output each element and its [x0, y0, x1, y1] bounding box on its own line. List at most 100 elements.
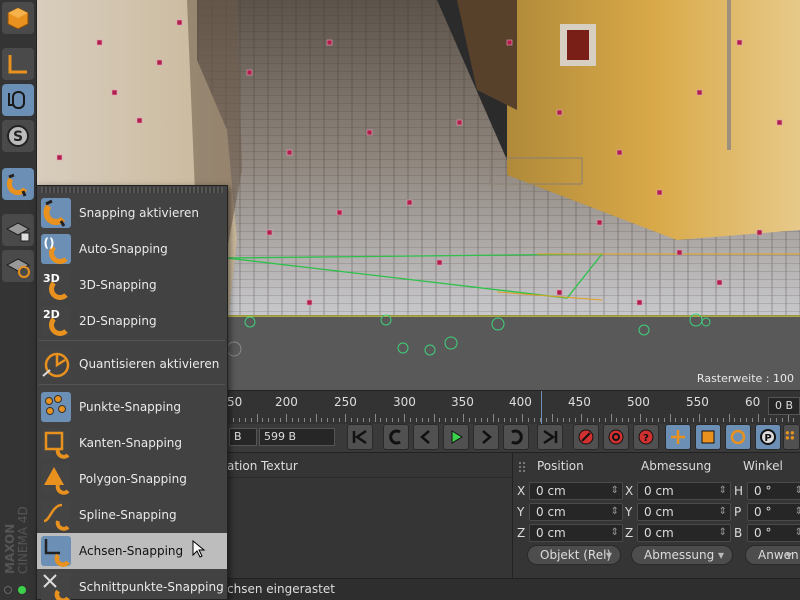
menu-item-label: Punkte-Snapping: [79, 400, 181, 414]
ruler-tick: [256, 414, 258, 422]
snapping-magnet-icon[interactable]: [2, 168, 34, 200]
tweak-mode-icon[interactable]: [2, 84, 34, 116]
ruler-label: 200: [275, 395, 298, 409]
menu-item-kanten-snapping[interactable]: Kanten-Snapping: [37, 425, 227, 461]
workplane-snap-icon[interactable]: [2, 250, 34, 282]
go-to-end-button[interactable]: [537, 424, 563, 450]
solo-icon[interactable]: S: [2, 120, 34, 152]
animate-parameter-icon[interactable]: P: [755, 424, 781, 450]
next-frame-button[interactable]: [473, 424, 499, 450]
maxon-cinema4d-logo: MAXON CINEMA 4D: [2, 488, 36, 578]
playhead[interactable]: [541, 391, 542, 425]
apply-button[interactable]: Anwen: [745, 545, 800, 565]
ruler-tick: [699, 414, 700, 422]
menu-item-auto-snapping[interactable]: () Auto-Snapping: [37, 231, 227, 267]
coordinate-mode-dropdown[interactable]: Objekt (Rel): [527, 545, 621, 565]
panel-grip-icon[interactable]: [519, 461, 529, 472]
ruler-tick: [651, 418, 653, 422]
ruler-tick: [232, 418, 234, 422]
quantize-icon: [39, 347, 73, 381]
ruler-tick: [386, 418, 388, 422]
play-button[interactable]: [443, 424, 469, 450]
prev-keyframe-button[interactable]: [383, 424, 409, 450]
spline-snapping-icon: [39, 498, 73, 532]
menu-item-3d-snapping[interactable]: 3D 3D-Snapping: [37, 267, 227, 303]
prev-frame-button[interactable]: [413, 424, 439, 450]
menu-item-quantisieren-aktivieren[interactable]: Quantisieren aktivieren: [37, 346, 227, 382]
ruler-tick: [716, 418, 718, 422]
record-key-icon[interactable]: [573, 424, 599, 450]
menu-item-spline-snapping[interactable]: Spline-Snapping: [37, 497, 227, 533]
menu-item-polygon-snapping[interactable]: Polygon-Snapping: [37, 461, 227, 497]
next-keyframe-button[interactable]: [503, 424, 529, 450]
rotation-b-field[interactable]: 0 °: [747, 524, 800, 542]
ruler-tick: [445, 418, 447, 422]
position-x-field[interactable]: 0 cm: [529, 482, 623, 500]
menu-item-2d-snapping[interactable]: 2D 2D-Snapping: [37, 303, 227, 339]
menu-item-schnittpunkte-snapping[interactable]: Schnittpunkte-Snapping: [37, 569, 227, 600]
ruler-tick: [274, 418, 276, 422]
ruler-tick: [769, 418, 771, 422]
ruler-tick: [315, 414, 317, 422]
animate-rotation-icon[interactable]: [725, 424, 751, 450]
size-z-field[interactable]: 0 cm: [637, 524, 731, 542]
ruler-tick: [480, 418, 482, 422]
ruler-tick: [280, 418, 282, 422]
animate-scale-icon[interactable]: [695, 424, 721, 450]
position-y-field[interactable]: 0 cm: [529, 503, 623, 521]
ruler-tick: [504, 418, 506, 422]
ruler-tick: [616, 418, 618, 422]
raster-width-label: Rasterweite : 100: [696, 372, 794, 385]
ruler-tick: [415, 418, 417, 422]
winkel-header: Winkel: [743, 459, 783, 473]
min-frame-field[interactable]: B: [229, 428, 257, 446]
max-frame-field[interactable]: 599 B: [259, 428, 335, 446]
ruler-tick: [645, 418, 647, 422]
size-y-field[interactable]: 0 cm: [637, 503, 731, 521]
ruler-tick: [687, 418, 689, 422]
size-x-field[interactable]: 0 cm: [637, 482, 731, 500]
ruler-tick: [244, 418, 246, 422]
ruler-tick: [663, 418, 665, 422]
ruler-tick: [380, 418, 382, 422]
ruler-tick: [250, 418, 252, 422]
ruler-tick: [309, 418, 311, 422]
menu-item-label: Polygon-Snapping: [79, 472, 187, 486]
ruler-tick: [634, 418, 636, 422]
ruler-tick: [710, 418, 712, 422]
ruler-label: 450: [568, 395, 591, 409]
ruler-tick: [474, 418, 476, 422]
keyframe-selection-icon[interactable]: ?: [633, 424, 659, 450]
menu-item-snapping-aktivieren[interactable]: Snapping aktivieren: [37, 195, 227, 231]
ruler-tick: [740, 418, 742, 422]
ruler-tick: [669, 414, 671, 422]
model-mode-cube-icon[interactable]: [2, 2, 34, 34]
rotation-p-field[interactable]: 0 °: [747, 503, 800, 521]
axis-label: H: [734, 484, 744, 498]
ruler-tick: [291, 418, 293, 422]
ruler-tick: [551, 414, 553, 422]
menu-item-label: Schnittpunkte-Snapping: [79, 580, 224, 594]
size-mode-dropdown[interactable]: Abmessung: [631, 545, 733, 565]
ruler-tick: [563, 418, 565, 422]
workplane-lock-icon[interactable]: [2, 214, 34, 246]
ruler-tick: [752, 418, 754, 422]
autokey-icon[interactable]: [603, 424, 629, 450]
points-snapping-icon: [39, 390, 73, 424]
ruler-tick: [557, 418, 559, 422]
menu-item-punkte-snapping[interactable]: Punkte-Snapping: [37, 389, 227, 425]
menu-item-label: Auto-Snapping: [79, 242, 168, 256]
ruler-tick: [763, 418, 765, 422]
end-frame-field[interactable]: 0 B: [768, 397, 800, 415]
position-z-field[interactable]: 0 cm: [529, 524, 623, 542]
status-dot-grey-icon: [4, 586, 12, 594]
animate-pla-icon[interactable]: [783, 424, 800, 450]
ruler-tick: [427, 418, 429, 422]
mouse-cursor-icon: [192, 540, 206, 558]
rotation-h-field[interactable]: 0 °: [747, 482, 800, 500]
menu-drag-handle[interactable]: [41, 187, 223, 193]
ruler-tick: [498, 418, 500, 422]
animate-position-icon[interactable]: [665, 424, 691, 450]
axis-tool-icon[interactable]: [2, 48, 34, 80]
go-to-start-button[interactable]: [347, 424, 373, 450]
